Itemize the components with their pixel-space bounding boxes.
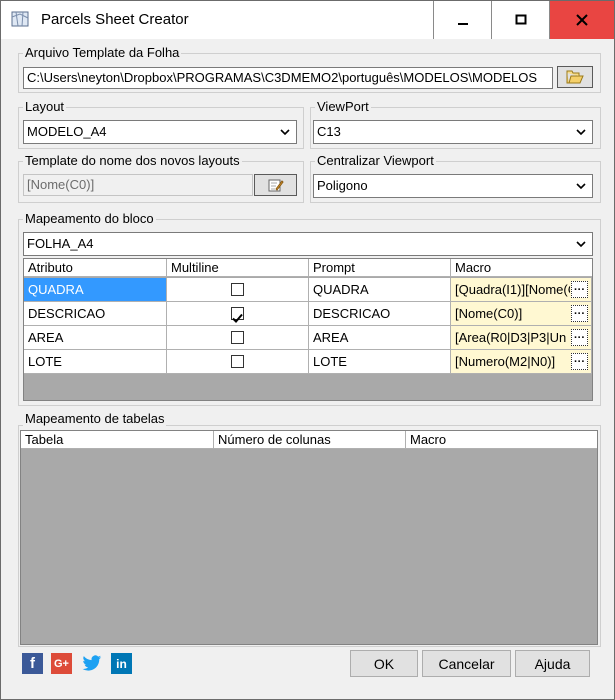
dialog-client-area: Arquivo Template da Folha C:\Users\neyto… xyxy=(1,39,614,699)
multiline-checkbox[interactable] xyxy=(231,331,244,344)
macro-value: [Area(R0|D3|P3|Un xyxy=(455,330,567,345)
multiline-checkbox-checked[interactable] xyxy=(231,307,244,323)
ok-button[interactable]: OK xyxy=(350,650,418,677)
maximize-button[interactable] xyxy=(491,1,549,39)
cell-prompt[interactable]: AREA xyxy=(309,326,451,350)
cell-macro[interactable]: [Nome(C0)] ··· xyxy=(451,302,592,326)
atributos-grid[interactable]: Atributo Multiline Prompt Macro QUADRA Q… xyxy=(23,258,593,401)
cell-prompt[interactable]: LOTE xyxy=(309,350,451,374)
chevron-down-icon xyxy=(280,129,290,136)
app-icon xyxy=(11,11,29,27)
bloco-value: FOLHA_A4 xyxy=(27,236,94,251)
template-nome-field: [Nome(C0)] xyxy=(23,174,253,196)
tabelas-grid[interactable]: Tabela Número de colunas Macro xyxy=(20,430,598,645)
multiline-checkbox[interactable] xyxy=(231,355,244,368)
google-plus-icon[interactable]: G+ xyxy=(51,653,72,674)
macro-value: [Nome(C0)] xyxy=(455,306,523,321)
template-folha-label: Arquivo Template da Folha xyxy=(23,45,182,60)
minimize-button[interactable] xyxy=(433,1,491,39)
multiline-checkbox[interactable] xyxy=(231,283,244,296)
layout-select[interactable]: MODELO_A4 xyxy=(23,120,297,144)
chevron-down-icon xyxy=(576,241,586,248)
chevron-down-icon xyxy=(576,129,586,136)
edit-template-nome-button[interactable] xyxy=(254,174,297,196)
viewport-value: C13 xyxy=(317,124,341,139)
column-header-macro[interactable]: Macro xyxy=(406,431,597,449)
cell-multiline[interactable] xyxy=(167,350,309,374)
column-header-macro[interactable]: Macro xyxy=(451,259,592,277)
maximize-icon xyxy=(515,14,526,25)
twitter-bird-icon xyxy=(82,655,101,671)
macro-value: [Quadra(I1)][Nome(C0)] xyxy=(455,282,570,297)
close-button[interactable] xyxy=(549,1,614,39)
more-options-button[interactable]: ··· xyxy=(571,329,588,346)
cell-macro[interactable]: [Quadra(I1)][Nome(C0)] ··· xyxy=(451,278,592,302)
layout-value: MODELO_A4 xyxy=(27,124,107,139)
facebook-icon[interactable]: f xyxy=(22,653,43,674)
centralizar-select[interactable]: Poligono xyxy=(313,174,593,198)
template-nome-label: Template do nome dos novos layouts xyxy=(23,153,242,168)
bloco-select[interactable]: FOLHA_A4 xyxy=(23,232,593,256)
macro-value: [Numero(M2|N0)] xyxy=(455,354,556,369)
template-folha-path-field[interactable]: C:\Users\neyton\Dropbox\PROGRAMAS\C3DMEM… xyxy=(23,67,553,89)
viewport-label: ViewPort xyxy=(315,99,371,114)
centralizar-label: Centralizar Viewport xyxy=(315,153,436,168)
more-options-button[interactable]: ··· xyxy=(571,281,588,298)
chevron-down-icon xyxy=(576,183,586,190)
cancelar-button[interactable]: Cancelar xyxy=(422,650,511,677)
twitter-icon[interactable] xyxy=(81,653,102,674)
close-icon xyxy=(576,14,588,26)
edit-icon xyxy=(268,179,284,192)
cell-prompt[interactable]: DESCRICAO xyxy=(309,302,451,326)
centralizar-value: Poligono xyxy=(317,178,368,193)
cell-multiline[interactable] xyxy=(167,326,309,350)
cell-atributo[interactable]: DESCRICAO xyxy=(24,302,167,326)
cell-prompt[interactable]: QUADRA xyxy=(309,278,451,302)
column-header-numero-colunas[interactable]: Número de colunas xyxy=(214,431,406,449)
minimize-icon xyxy=(457,23,468,25)
column-header-multiline[interactable]: Multiline xyxy=(167,259,309,277)
layout-label: Layout xyxy=(23,99,67,114)
checkmark-icon xyxy=(232,313,243,323)
cell-multiline[interactable] xyxy=(167,302,309,326)
more-options-button[interactable]: ··· xyxy=(571,353,588,370)
linkedin-icon[interactable]: in xyxy=(111,653,132,674)
cell-macro[interactable]: [Area(R0|D3|P3|Un ··· xyxy=(451,326,592,350)
cell-atributo[interactable]: AREA xyxy=(24,326,167,350)
viewport-select[interactable]: C13 xyxy=(313,120,593,144)
column-header-atributo[interactable]: Atributo xyxy=(24,259,167,277)
column-header-prompt[interactable]: Prompt xyxy=(309,259,451,277)
cell-atributo[interactable]: LOTE xyxy=(24,350,167,374)
parcels-sheet-creator-window: Parcels Sheet Creator Arquivo Template d… xyxy=(0,0,615,700)
title-bar[interactable]: Parcels Sheet Creator xyxy=(1,1,614,39)
column-header-tabela[interactable]: Tabela xyxy=(21,431,214,449)
ajuda-button[interactable]: Ajuda xyxy=(515,650,590,677)
browse-folder-button[interactable] xyxy=(557,66,593,88)
cell-multiline[interactable] xyxy=(167,278,309,302)
cell-atributo[interactable]: QUADRA xyxy=(24,278,167,302)
mapeamento-bloco-label: Mapeamento do bloco xyxy=(23,211,156,226)
mapeamento-tabelas-label: Mapeamento de tabelas xyxy=(23,411,167,426)
more-options-button[interactable]: ··· xyxy=(571,305,588,322)
cell-macro[interactable]: [Numero(M2|N0)] ··· xyxy=(451,350,592,374)
folder-open-icon xyxy=(566,70,584,84)
window-title: Parcels Sheet Creator xyxy=(41,11,189,28)
